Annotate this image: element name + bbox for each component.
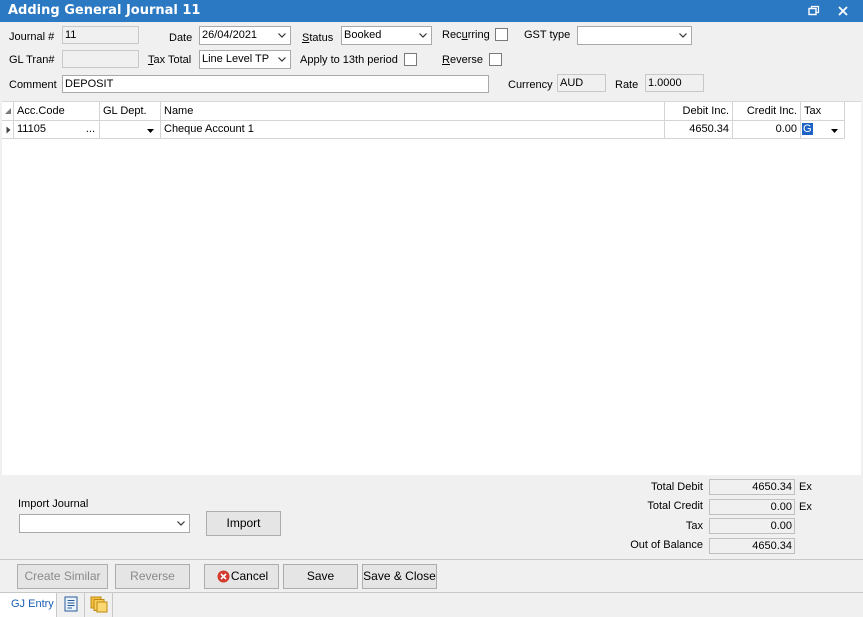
apply-13th-period-checkbox[interactable] (404, 53, 417, 66)
close-window-button[interactable] (834, 3, 852, 19)
out-of-balance-label: Out of Balance (630, 539, 703, 551)
journal-lines-grid: Acc.Code GL Dept. Name Debit Inc. Credit… (2, 101, 861, 475)
status-select[interactable]: Booked (341, 26, 432, 45)
total-credit-value: 0.00 (709, 499, 795, 515)
tax-total-label: Tax Total (148, 54, 192, 66)
reverse-button[interactable]: Reverse (115, 564, 190, 589)
debit-cell[interactable]: 4650.34 (665, 121, 733, 139)
currency-field[interactable]: AUD (557, 74, 606, 92)
notes-icon (64, 596, 78, 612)
chevron-down-icon[interactable] (175, 515, 187, 532)
rate-field[interactable]: 1.0000 (645, 74, 704, 92)
reverse-label: Reverse (442, 54, 483, 66)
gl-tran-field[interactable] (62, 50, 139, 68)
comment-label: Comment (9, 79, 57, 91)
tax-total-label-footer: Tax (685, 520, 703, 532)
currency-label: Currency (508, 79, 553, 91)
dropdown-arrow-icon[interactable] (147, 129, 154, 133)
restore-icon (808, 5, 820, 16)
tab-gj-entry[interactable]: GJ Entry (0, 593, 57, 617)
chevron-down-icon[interactable] (417, 27, 429, 44)
apply-13th-period-label: Apply to 13th period (300, 54, 398, 66)
row-pointer-icon (6, 126, 11, 134)
total-debit-label: Total Debit (651, 481, 703, 493)
dropdown-arrow-icon[interactable] (831, 129, 838, 133)
chevron-down-icon[interactable] (276, 27, 288, 44)
gst-type-label: GST type (524, 29, 571, 41)
tax-total-value: Line Level TP (202, 53, 270, 65)
rate-label: Rate (615, 79, 639, 91)
chevron-down-icon[interactable] (276, 51, 288, 68)
recurring-checkbox[interactable] (495, 28, 508, 41)
gl-dept-cell[interactable] (100, 121, 161, 139)
tab-notes[interactable] (57, 593, 85, 617)
tax-code-value[interactable]: G (802, 123, 813, 135)
cancel-icon (217, 570, 230, 583)
total-debit-value: 4650.34 (709, 479, 795, 495)
window-title: Adding General Journal 11 (8, 3, 201, 18)
out-of-balance-value: 4650.34 (709, 538, 795, 554)
acc-code-cell[interactable]: 11105 ... (14, 121, 100, 139)
journal-number-label: Journal # (9, 31, 55, 43)
title-bar: Adding General Journal 11 (0, 0, 863, 22)
gl-tran-label: GL Tran# (9, 54, 55, 66)
restore-button[interactable] (805, 3, 823, 19)
chevron-down-icon[interactable] (677, 27, 689, 44)
date-value: 26/04/2021 (202, 29, 258, 41)
tax-cell[interactable]: G (801, 121, 845, 139)
total-debit-suffix: Ex (799, 481, 812, 493)
save-close-button[interactable]: Save & Close (362, 564, 437, 589)
date-label: Date (169, 32, 193, 44)
save-button[interactable]: Save (283, 564, 358, 589)
status-value: Booked (344, 29, 382, 41)
journal-footer: Import Journal Import Total Debit 4650.3… (0, 475, 863, 559)
name-cell[interactable]: Cheque Account 1 (161, 121, 665, 139)
reverse-checkbox[interactable] (489, 53, 502, 66)
cancel-label: Cancel (230, 569, 269, 583)
acc-code-value: 11105 (17, 123, 46, 135)
account-lookup-button[interactable]: ... (86, 121, 95, 138)
date-picker[interactable]: 26/04/2021 (199, 26, 291, 45)
total-credit-label: Total Credit (647, 500, 703, 512)
documents-icon (90, 596, 108, 613)
import-journal-label: Import Journal (18, 498, 89, 510)
journal-header: Journal # 11 GL Tran# Comment DEPOSIT Da… (0, 22, 863, 101)
recurring-label: Recurring (442, 29, 490, 41)
bottom-tab-bar: GJ Entry (0, 592, 863, 617)
action-button-bar: Create Similar Reverse Cancel Save Save … (0, 559, 863, 592)
status-label: Status (302, 32, 334, 44)
total-credit-suffix: Ex (799, 501, 812, 513)
import-journal-select[interactable] (19, 514, 190, 533)
cancel-button[interactable]: Cancel (204, 564, 279, 589)
gst-type-select[interactable] (577, 26, 692, 45)
table-row[interactable]: 11105 ... Cheque Account 1 4650.34 0.00 … (2, 102, 845, 139)
tax-total-select[interactable]: Line Level TP (199, 50, 291, 69)
tax-total-value: 0.00 (709, 518, 795, 534)
row-indicator[interactable] (2, 121, 14, 139)
close-icon (838, 6, 848, 16)
credit-cell[interactable]: 0.00 (733, 121, 801, 139)
journal-number-field[interactable]: 11 (62, 26, 139, 44)
create-similar-button[interactable]: Create Similar (17, 564, 108, 589)
import-button[interactable]: Import (206, 511, 281, 536)
tab-documents[interactable] (85, 593, 113, 617)
comment-input[interactable]: DEPOSIT (62, 75, 489, 93)
